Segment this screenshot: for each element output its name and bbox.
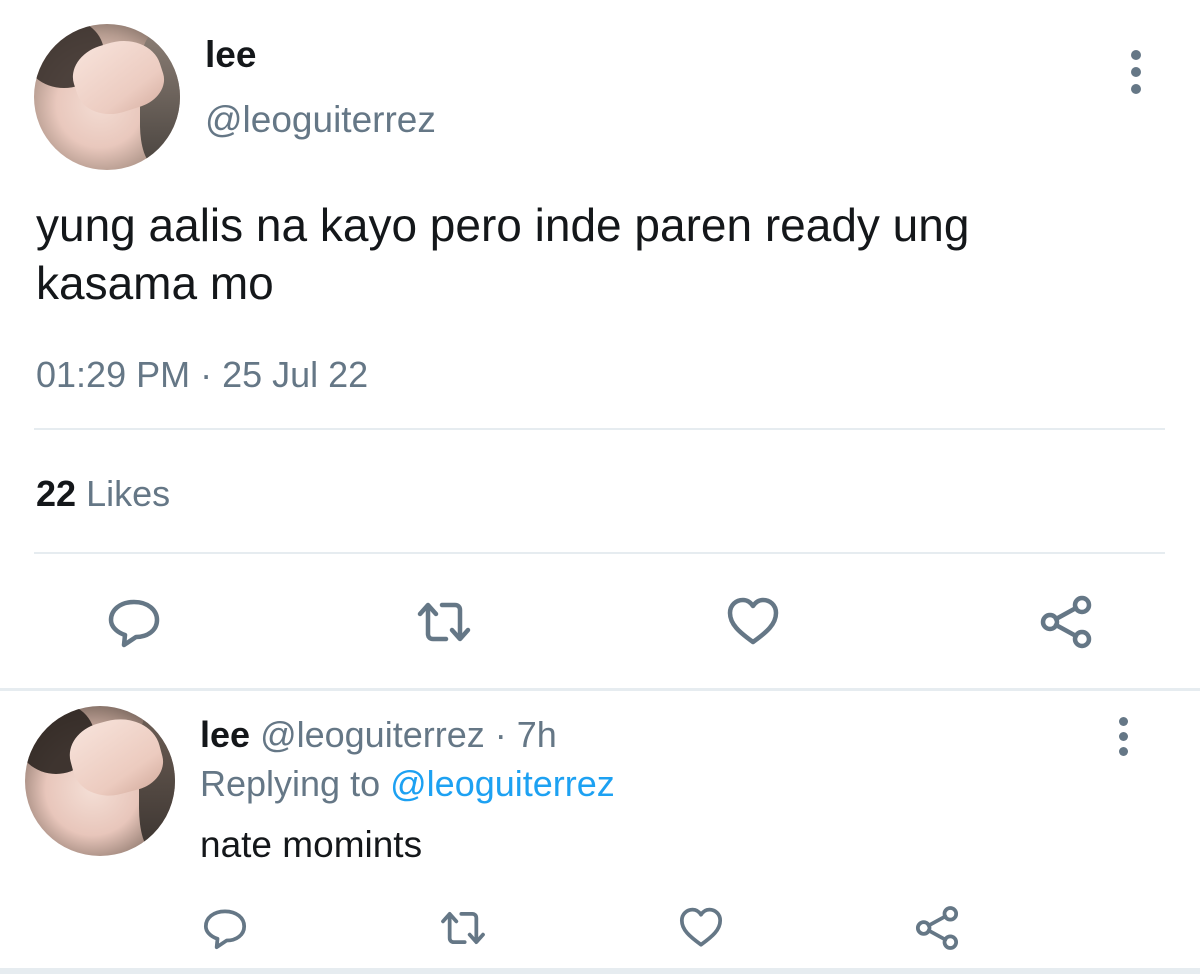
divider bbox=[34, 428, 1165, 430]
reply-more-options-icon[interactable] bbox=[1114, 717, 1132, 759]
reply-icon[interactable] bbox=[104, 592, 164, 652]
reply-header: lee @leoguiterrez · 7h bbox=[200, 714, 557, 756]
avatar[interactable] bbox=[34, 24, 180, 170]
retweet-icon[interactable] bbox=[414, 592, 474, 652]
reply-text: nate momints bbox=[200, 824, 423, 865]
share-icon[interactable] bbox=[1036, 592, 1096, 652]
replying-to-mention[interactable]: @leoguiterrez bbox=[390, 763, 615, 804]
share-icon[interactable] bbox=[912, 903, 962, 953]
reply-author-name[interactable]: lee bbox=[200, 714, 250, 755]
likes-label: Likes bbox=[86, 473, 171, 514]
section-separator bbox=[0, 688, 1200, 691]
reply-age: · 7h bbox=[494, 714, 557, 755]
tweet-text: yung aalis na kayo pero inde paren ready… bbox=[36, 199, 970, 309]
replying-to-label: Replying to bbox=[200, 763, 381, 804]
tweet-timestamp: 01:29 PM · 25 Jul 22 bbox=[36, 354, 369, 395]
like-icon[interactable] bbox=[723, 592, 783, 652]
divider bbox=[34, 552, 1165, 554]
author-handle[interactable]: @leoguiterrez bbox=[205, 99, 436, 141]
likes-count: 22 bbox=[36, 473, 77, 514]
reply-author-handle[interactable]: @leoguiterrez bbox=[260, 714, 485, 755]
reply-icon[interactable] bbox=[200, 903, 250, 953]
bottom-border bbox=[0, 968, 1200, 974]
like-icon[interactable] bbox=[676, 903, 726, 953]
likes-summary[interactable]: 22 Likes bbox=[36, 473, 170, 515]
replying-to: Replying to @leoguiterrez bbox=[200, 763, 615, 805]
reply-avatar[interactable] bbox=[25, 706, 175, 856]
retweet-icon[interactable] bbox=[438, 903, 488, 953]
more-options-icon[interactable] bbox=[1126, 50, 1146, 96]
author-name[interactable]: lee bbox=[205, 34, 256, 76]
